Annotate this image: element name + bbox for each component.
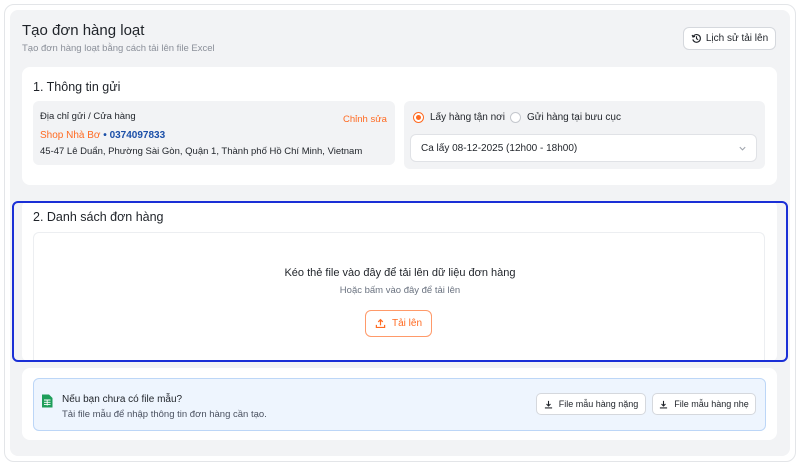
spreadsheet-icon <box>42 394 53 408</box>
download-heavy-template-label: File mẫu hàng nặng <box>558 399 639 409</box>
radio-drop-at-post-office-label: Gửi hàng tại bưu cục <box>527 112 621 123</box>
shop-name: Shop Nhà Bơ <box>40 130 101 141</box>
download-light-template-label: File mẫu hàng nhẹ <box>674 399 749 409</box>
radio-checked-icon <box>413 112 424 123</box>
history-icon <box>691 34 701 43</box>
template-banner-description: Tải file mẫu để nhập thông tin đơn hàng … <box>62 409 267 420</box>
download-icon <box>544 400 552 408</box>
edit-address-link[interactable]: Chỉnh sửa <box>343 114 387 125</box>
shop-address: 45-47 Lê Duẩn, Phường Sài Gòn, Quận 1, T… <box>40 146 363 157</box>
radio-unchecked-icon <box>510 112 521 123</box>
sender-section-title: 1. Thông tin gửi <box>33 80 121 94</box>
radio-pickup-at-door[interactable]: Lấy hàng tận nơi <box>413 112 505 123</box>
download-icon <box>660 400 668 408</box>
radio-drop-at-post-office[interactable]: Gửi hàng tại bưu cục <box>510 112 621 123</box>
download-heavy-template-button[interactable]: File mẫu hàng nặng <box>536 393 646 415</box>
page-title: Tạo đơn hàng loạt <box>22 22 145 39</box>
radio-pickup-at-door-label: Lấy hàng tận nơi <box>430 112 505 123</box>
address-label: Địa chỉ gửi / Cửa hàng <box>40 111 136 122</box>
upload-history-button[interactable]: Lịch sử tải lên <box>683 27 776 50</box>
pickup-time-select[interactable]: Ca lấy 08-12-2025 (12h00 - 18h00) <box>410 134 757 162</box>
chevron-down-icon <box>739 146 746 151</box>
template-banner-title: Nếu bạn chưa có file mẫu? <box>62 394 183 405</box>
shop-contact: Shop Nhà Bơ • 0374097833 <box>40 130 165 141</box>
pickup-time-value: Ca lấy 08-12-2025 (12h00 - 18h00) <box>421 142 578 154</box>
upload-history-label: Lịch sử tải lên <box>705 33 769 44</box>
focus-highlight <box>12 201 788 362</box>
shop-phone: 0374097833 <box>109 130 166 141</box>
contact-separator: • <box>103 130 107 141</box>
download-light-template-button[interactable]: File mẫu hàng nhẹ <box>652 393 756 415</box>
page-subtitle: Tạo đơn hàng loạt bằng cách tải lên file… <box>22 43 215 54</box>
